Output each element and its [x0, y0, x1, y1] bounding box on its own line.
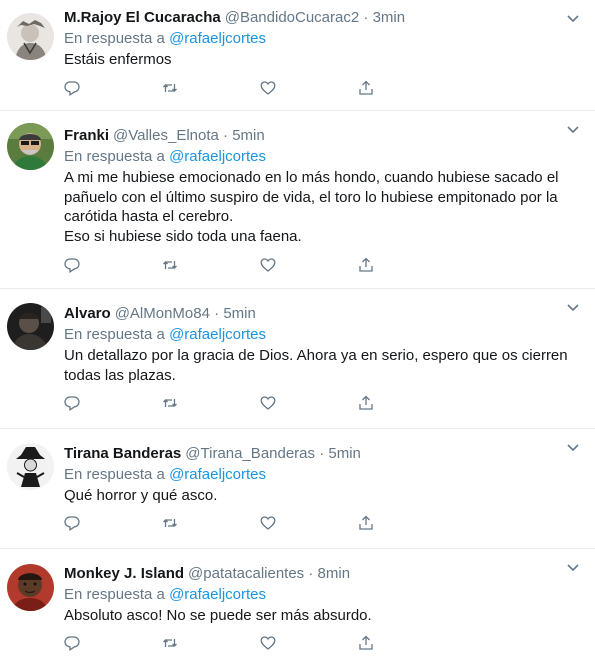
tweet-text: Un detallazo por la gracia de Dios. Ahor…	[64, 347, 568, 384]
tweet[interactable]: Tirana Banderas @Tirana_Banderas · 5min E…	[0, 429, 595, 549]
retweet-icon[interactable]	[162, 80, 178, 96]
reply-context: En respuesta a @rafaeljcortes	[64, 325, 575, 345]
avatar[interactable]	[7, 13, 54, 60]
tweet[interactable]: M.Rajoy El Cucaracha @BandidoCucarac2 · 3…	[0, 0, 595, 111]
share-icon[interactable]	[358, 257, 374, 273]
reply-prefix: En respuesta a	[64, 148, 165, 165]
reply-context: En respuesta a @rafaeljcortes	[64, 465, 575, 485]
tweet[interactable]: Alvaro @AlMonMo84 · 5min En respuesta a @…	[0, 289, 595, 429]
user-handle[interactable]: @AlMonMo84	[115, 305, 210, 322]
action-bar	[64, 395, 456, 411]
like-icon[interactable]	[260, 257, 276, 273]
timestamp[interactable]: 5min	[223, 305, 256, 322]
avatar[interactable]	[7, 564, 54, 611]
reply-icon[interactable]	[64, 80, 80, 96]
user-handle[interactable]: @Tirana_Banderas	[185, 445, 315, 462]
retweet-icon[interactable]	[162, 395, 178, 411]
man-portrait-avatar	[7, 564, 54, 611]
timestamp[interactable]: 5min	[232, 127, 265, 144]
reply-context: En respuesta a @rafaeljcortes	[64, 585, 575, 605]
like-icon[interactable]	[260, 635, 276, 651]
retweet-icon[interactable]	[162, 635, 178, 651]
timestamp[interactable]: 3min	[373, 9, 406, 26]
separator: ·	[363, 9, 369, 26]
reply-prefix: En respuesta a	[64, 466, 165, 483]
reply-to-link[interactable]: @rafaeljcortes	[169, 326, 266, 343]
man-with-sunglasses-avatar	[7, 123, 54, 170]
reply-prefix: En respuesta a	[64, 30, 165, 47]
dark-photo-avatar	[7, 303, 54, 350]
reply-to-link[interactable]: @rafaeljcortes	[169, 30, 266, 47]
avatar[interactable]	[7, 303, 54, 350]
figure-with-hat-avatar	[7, 443, 54, 490]
reply-icon[interactable]	[64, 635, 80, 651]
display-name[interactable]: Monkey J. Island	[64, 565, 184, 582]
tweet-header: Tirana Banderas @Tirana_Banderas · 5min	[64, 444, 575, 464]
tweet-text: Absoluto asco! No se puede ser más absur…	[64, 607, 372, 624]
reply-to-link[interactable]: @rafaeljcortes	[169, 586, 266, 603]
like-icon[interactable]	[260, 80, 276, 96]
action-bar	[64, 80, 456, 96]
timestamp[interactable]: 5min	[328, 445, 361, 462]
share-icon[interactable]	[358, 635, 374, 651]
tweet-header: Alvaro @AlMonMo84 · 5min	[64, 304, 575, 324]
share-icon[interactable]	[358, 80, 374, 96]
tweet-header: Franki @Valles_Elnota · 5min	[64, 126, 575, 146]
share-icon[interactable]	[358, 395, 374, 411]
display-name[interactable]: Tirana Banderas	[64, 445, 181, 462]
display-name[interactable]: Franki	[64, 127, 109, 144]
timestamp[interactable]: 8min	[318, 565, 351, 582]
reply-icon[interactable]	[64, 395, 80, 411]
man-with-leaf-crown-avatar	[7, 13, 54, 60]
reply-prefix: En respuesta a	[64, 586, 165, 603]
tweet-header: M.Rajoy El Cucaracha @BandidoCucarac2 · 3…	[64, 8, 575, 28]
share-icon[interactable]	[358, 515, 374, 531]
tweet-text: A mi me hubiese emocionado en lo más hon…	[64, 169, 559, 245]
reply-icon[interactable]	[64, 257, 80, 273]
tweet-feed: M.Rajoy El Cucaracha @BandidoCucarac2 · 3…	[0, 0, 595, 666]
tweet-header: Monkey J. Island @patatacalientes · 8min	[64, 564, 575, 584]
like-icon[interactable]	[260, 515, 276, 531]
reply-context: En respuesta a @rafaeljcortes	[64, 147, 575, 167]
action-bar	[64, 257, 456, 273]
tweet-text: Estáis enfermos	[64, 51, 172, 68]
action-bar	[64, 515, 456, 531]
tweet-text: Qué horror y qué asco.	[64, 487, 218, 504]
avatar[interactable]	[7, 123, 54, 170]
separator: ·	[223, 127, 229, 144]
separator: ·	[214, 305, 220, 322]
user-handle[interactable]: @Valles_Elnota	[113, 127, 219, 144]
reply-to-link[interactable]: @rafaeljcortes	[169, 466, 266, 483]
reply-icon[interactable]	[64, 515, 80, 531]
reply-to-link[interactable]: @rafaeljcortes	[169, 148, 266, 165]
retweet-icon[interactable]	[162, 257, 178, 273]
action-bar	[64, 635, 456, 651]
reply-prefix: En respuesta a	[64, 326, 165, 343]
reply-context: En respuesta a @rafaeljcortes	[64, 29, 575, 49]
user-handle[interactable]: @patatacalientes	[188, 565, 304, 582]
display-name[interactable]: Alvaro	[64, 305, 111, 322]
separator: ·	[308, 565, 314, 582]
retweet-icon[interactable]	[162, 515, 178, 531]
tweet[interactable]: Monkey J. Island @patatacalientes · 8min …	[0, 549, 595, 666]
display-name[interactable]: M.Rajoy El Cucaracha	[64, 9, 221, 26]
tweet[interactable]: Franki @Valles_Elnota · 5min En respuesta…	[0, 111, 595, 289]
avatar[interactable]	[7, 443, 54, 490]
separator: ·	[319, 445, 325, 462]
user-handle[interactable]: @BandidoCucarac2	[225, 9, 359, 26]
like-icon[interactable]	[260, 395, 276, 411]
